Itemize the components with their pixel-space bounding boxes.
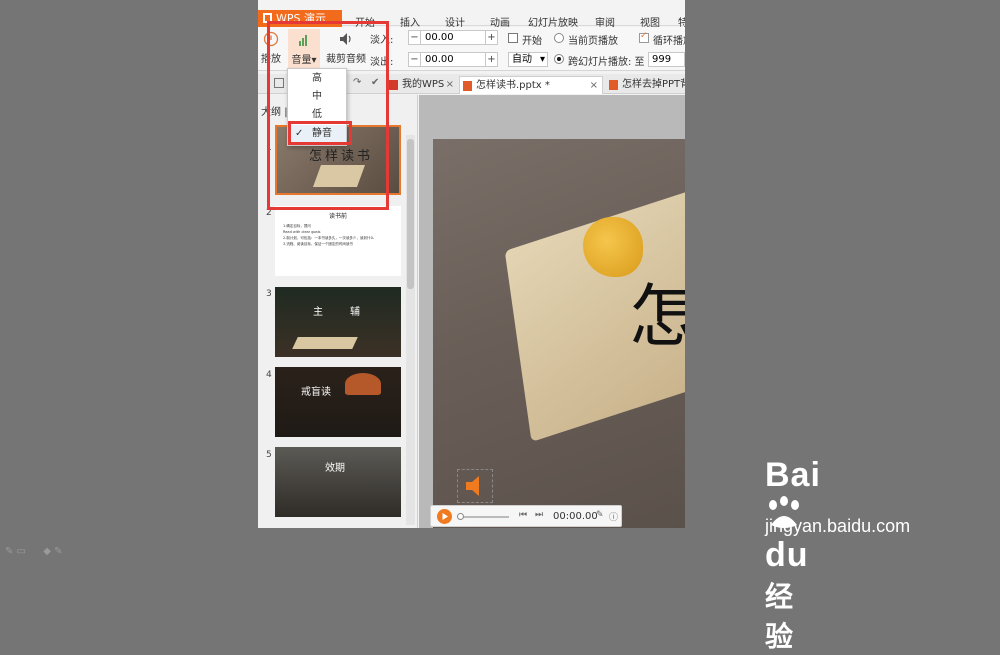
- audio-object[interactable]: [457, 469, 493, 503]
- checkmark-icon: ✓: [640, 31, 648, 41]
- rewind-icon[interactable]: ⏮: [519, 510, 527, 520]
- forward-icon[interactable]: ⏭: [535, 510, 543, 520]
- lamp-image: [345, 373, 381, 395]
- panel-scrollbar[interactable]: [406, 135, 415, 525]
- slide-title: 怎: [629, 278, 685, 357]
- current-page-radio[interactable]: [554, 33, 564, 43]
- thumb-title: 读书前: [329, 213, 348, 220]
- fade-in-increment[interactable]: +: [485, 31, 497, 44]
- speaker-icon: [466, 476, 479, 496]
- fade-in-decrement[interactable]: −: [409, 31, 421, 44]
- bottom-tools: ✎ ▭ ◆ ✎: [5, 546, 62, 557]
- slide-thumbnail-3[interactable]: 主 辅: [275, 287, 401, 357]
- thumb-title-b: 辅: [350, 307, 360, 318]
- tab-label: 怎样去掉PPT背景: [622, 79, 685, 90]
- thumb-title: 效期: [325, 463, 345, 474]
- cross-slide-label: 跨幻灯片播放: 至: [568, 57, 645, 68]
- loop-label: 循环播放: [653, 36, 685, 47]
- scroll-thumb[interactable]: [407, 139, 414, 289]
- thumb-line: 3.流程、阅读目标，保证一个固定的时间读书: [283, 242, 353, 246]
- fade-in-value[interactable]: 00.00: [425, 31, 454, 44]
- slide-number: 5: [266, 450, 272, 460]
- player-time: 00:00.00: [553, 511, 598, 522]
- fade-out-increment[interactable]: +: [485, 53, 497, 66]
- fade-out-spinner[interactable]: − 00.00 +: [408, 52, 498, 67]
- wps-icon: [389, 80, 398, 90]
- watermark-url: jingyan.baidu.com: [765, 516, 911, 536]
- highlight-box-mute: [288, 121, 352, 145]
- tab-label: 我的WPS: [402, 79, 445, 90]
- pen-icon[interactable]: ✎ ▭: [5, 546, 26, 557]
- watermark-brand2: du: [765, 536, 809, 574]
- fade-in-spinner[interactable]: − 00.00 +: [408, 30, 498, 45]
- slide-canvas[interactable]: 怎: [433, 139, 685, 528]
- progress-track[interactable]: [459, 516, 509, 518]
- start-clock-icon: [508, 33, 518, 43]
- fade-out-decrement[interactable]: −: [409, 53, 421, 66]
- close-icon[interactable]: ×: [446, 76, 454, 94]
- slide-number: 3: [266, 289, 272, 299]
- cross-slide-input[interactable]: 999: [648, 52, 685, 67]
- tab-my-wps[interactable]: 我的WPS ×: [386, 76, 458, 94]
- pptx-icon: [463, 81, 472, 91]
- pin-icon[interactable]: ✎: [596, 510, 604, 520]
- slide-number: 4: [266, 370, 272, 380]
- watermark-logo: Bai du 经验: [765, 456, 821, 655]
- slide-editor: 怎: [419, 95, 685, 528]
- close-icon[interactable]: ×: [590, 77, 598, 95]
- audio-player: ⏮ ⏭ 00:00.00 ✎ ⓘ: [430, 505, 622, 527]
- thumb-title-a: 主: [313, 307, 323, 318]
- thumb-title: 戒盲读: [301, 387, 331, 398]
- tab-other-doc[interactable]: 怎样去掉PPT背景: [606, 76, 685, 94]
- cross-slide-value[interactable]: 999: [652, 54, 671, 65]
- tab-label: 怎样读书.pptx *: [476, 80, 550, 91]
- fade-out-value[interactable]: 00.00: [425, 53, 454, 66]
- book-image: [292, 337, 358, 349]
- watermark-brand-cn: 经验: [765, 581, 795, 652]
- thumb-body: 1.确定目标，提问 Read with clear goals 2.制计划，可包…: [283, 223, 398, 247]
- slide-thumbnail-4[interactable]: 戒盲读: [275, 367, 401, 437]
- pptx-icon: [609, 80, 618, 90]
- loop-checkbox[interactable]: ✓: [639, 31, 649, 43]
- play-icon[interactable]: [437, 509, 452, 524]
- watermark-brand: Bai: [765, 456, 821, 494]
- start-value: 自动: [512, 54, 532, 65]
- start-label: 开始: [522, 36, 542, 47]
- tab-current-doc[interactable]: 怎样读书.pptx * ×: [459, 76, 603, 94]
- slide-thumbnail-2[interactable]: 读书前 1.确定目标，提问 Read with clear goals 2.制计…: [275, 206, 401, 276]
- start-dropdown[interactable]: 自动 ▾: [508, 52, 548, 67]
- cross-slide-radio[interactable]: [554, 54, 564, 64]
- progress-handle[interactable]: [457, 513, 464, 520]
- eraser-icon[interactable]: ◆ ✎: [43, 546, 62, 557]
- highlight-box-outer: [267, 21, 389, 210]
- slide-thumbnail-5[interactable]: 效期: [275, 447, 401, 517]
- current-page-label: 当前页播放: [568, 36, 618, 47]
- info-icon[interactable]: ⓘ: [609, 510, 618, 523]
- chevron-down-icon: ▾: [539, 54, 545, 65]
